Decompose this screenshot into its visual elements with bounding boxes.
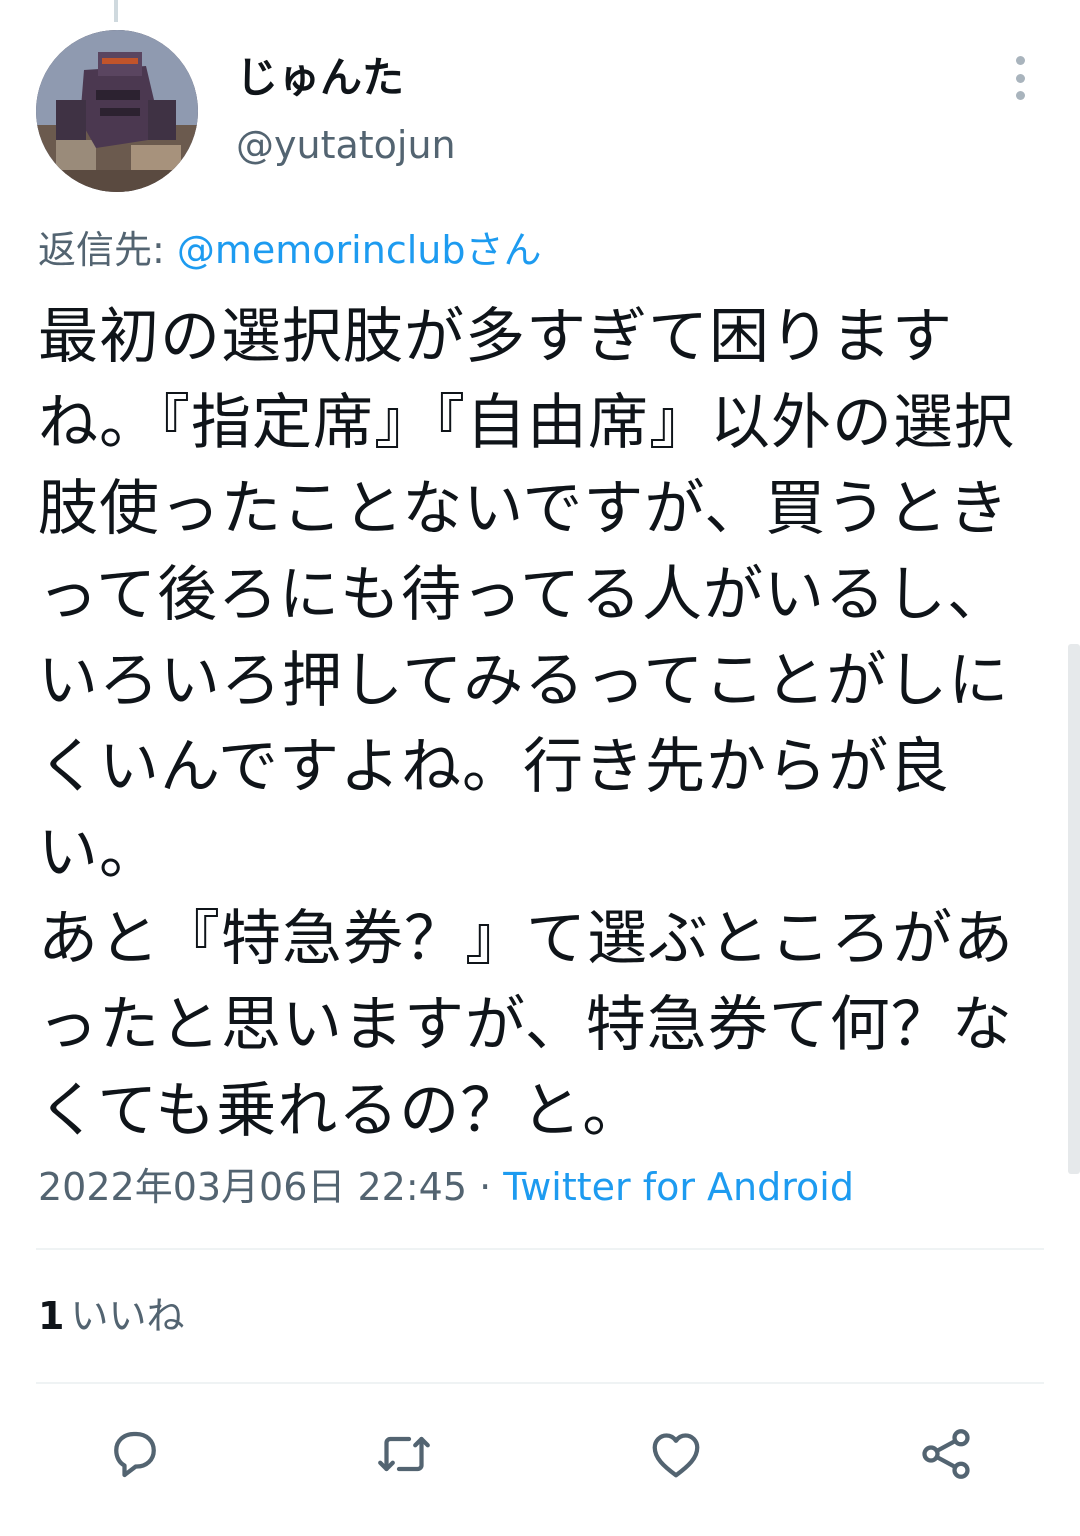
like-icon — [652, 1433, 700, 1478]
avatar[interactable] — [36, 30, 198, 192]
tweet-detail-page: じゅんた @yutatojun 返信先: @memorinclubさん 最初の選… — [0, 0, 1080, 1536]
divider — [36, 1248, 1044, 1250]
scrollbar[interactable] — [1068, 644, 1080, 1174]
likes-stat[interactable]: 1 いいね — [38, 1290, 184, 1342]
likes-label: いいね — [70, 1294, 185, 1338]
retweet-button[interactable] — [372, 1422, 436, 1486]
more-dot — [1015, 73, 1025, 83]
share-icon — [922, 1429, 970, 1479]
replying-to: 返信先: @memorinclubさん — [38, 224, 541, 276]
reply-button[interactable] — [103, 1422, 167, 1486]
retweet-icon — [378, 1436, 430, 1472]
tweet-text: 最初の選択肢が多すぎて困りますね。『指定席』『自由席』以外の選択肢使ったことない… — [38, 302, 1015, 1146]
likes-count: 1 — [38, 1294, 65, 1338]
reply-prefix: 返信先: — [38, 228, 177, 272]
share-button[interactable] — [914, 1422, 978, 1486]
avatar-image — [36, 30, 198, 192]
divider — [36, 1382, 1044, 1384]
like-button[interactable] — [644, 1422, 708, 1486]
more-dot — [1015, 91, 1025, 100]
reply-mention-link[interactable]: @memorinclubさん — [177, 228, 542, 272]
display-name[interactable]: じゅんた — [236, 50, 404, 106]
thread-connector-line — [114, 0, 118, 22]
more-options-icon[interactable] — [1002, 56, 1038, 100]
more-dot — [1015, 56, 1025, 65]
tweet-source-link[interactable]: Twitter for Android — [503, 1165, 854, 1209]
tweet-meta: 2022年03月06日 22:45 · Twitter for Android — [38, 1162, 854, 1212]
tweet-timestamp[interactable]: 2022年03月06日 22:45 — [38, 1165, 467, 1209]
user-handle[interactable]: @yutatojun — [236, 120, 456, 170]
reply-icon — [114, 1431, 156, 1478]
meta-separator: · — [467, 1165, 504, 1209]
